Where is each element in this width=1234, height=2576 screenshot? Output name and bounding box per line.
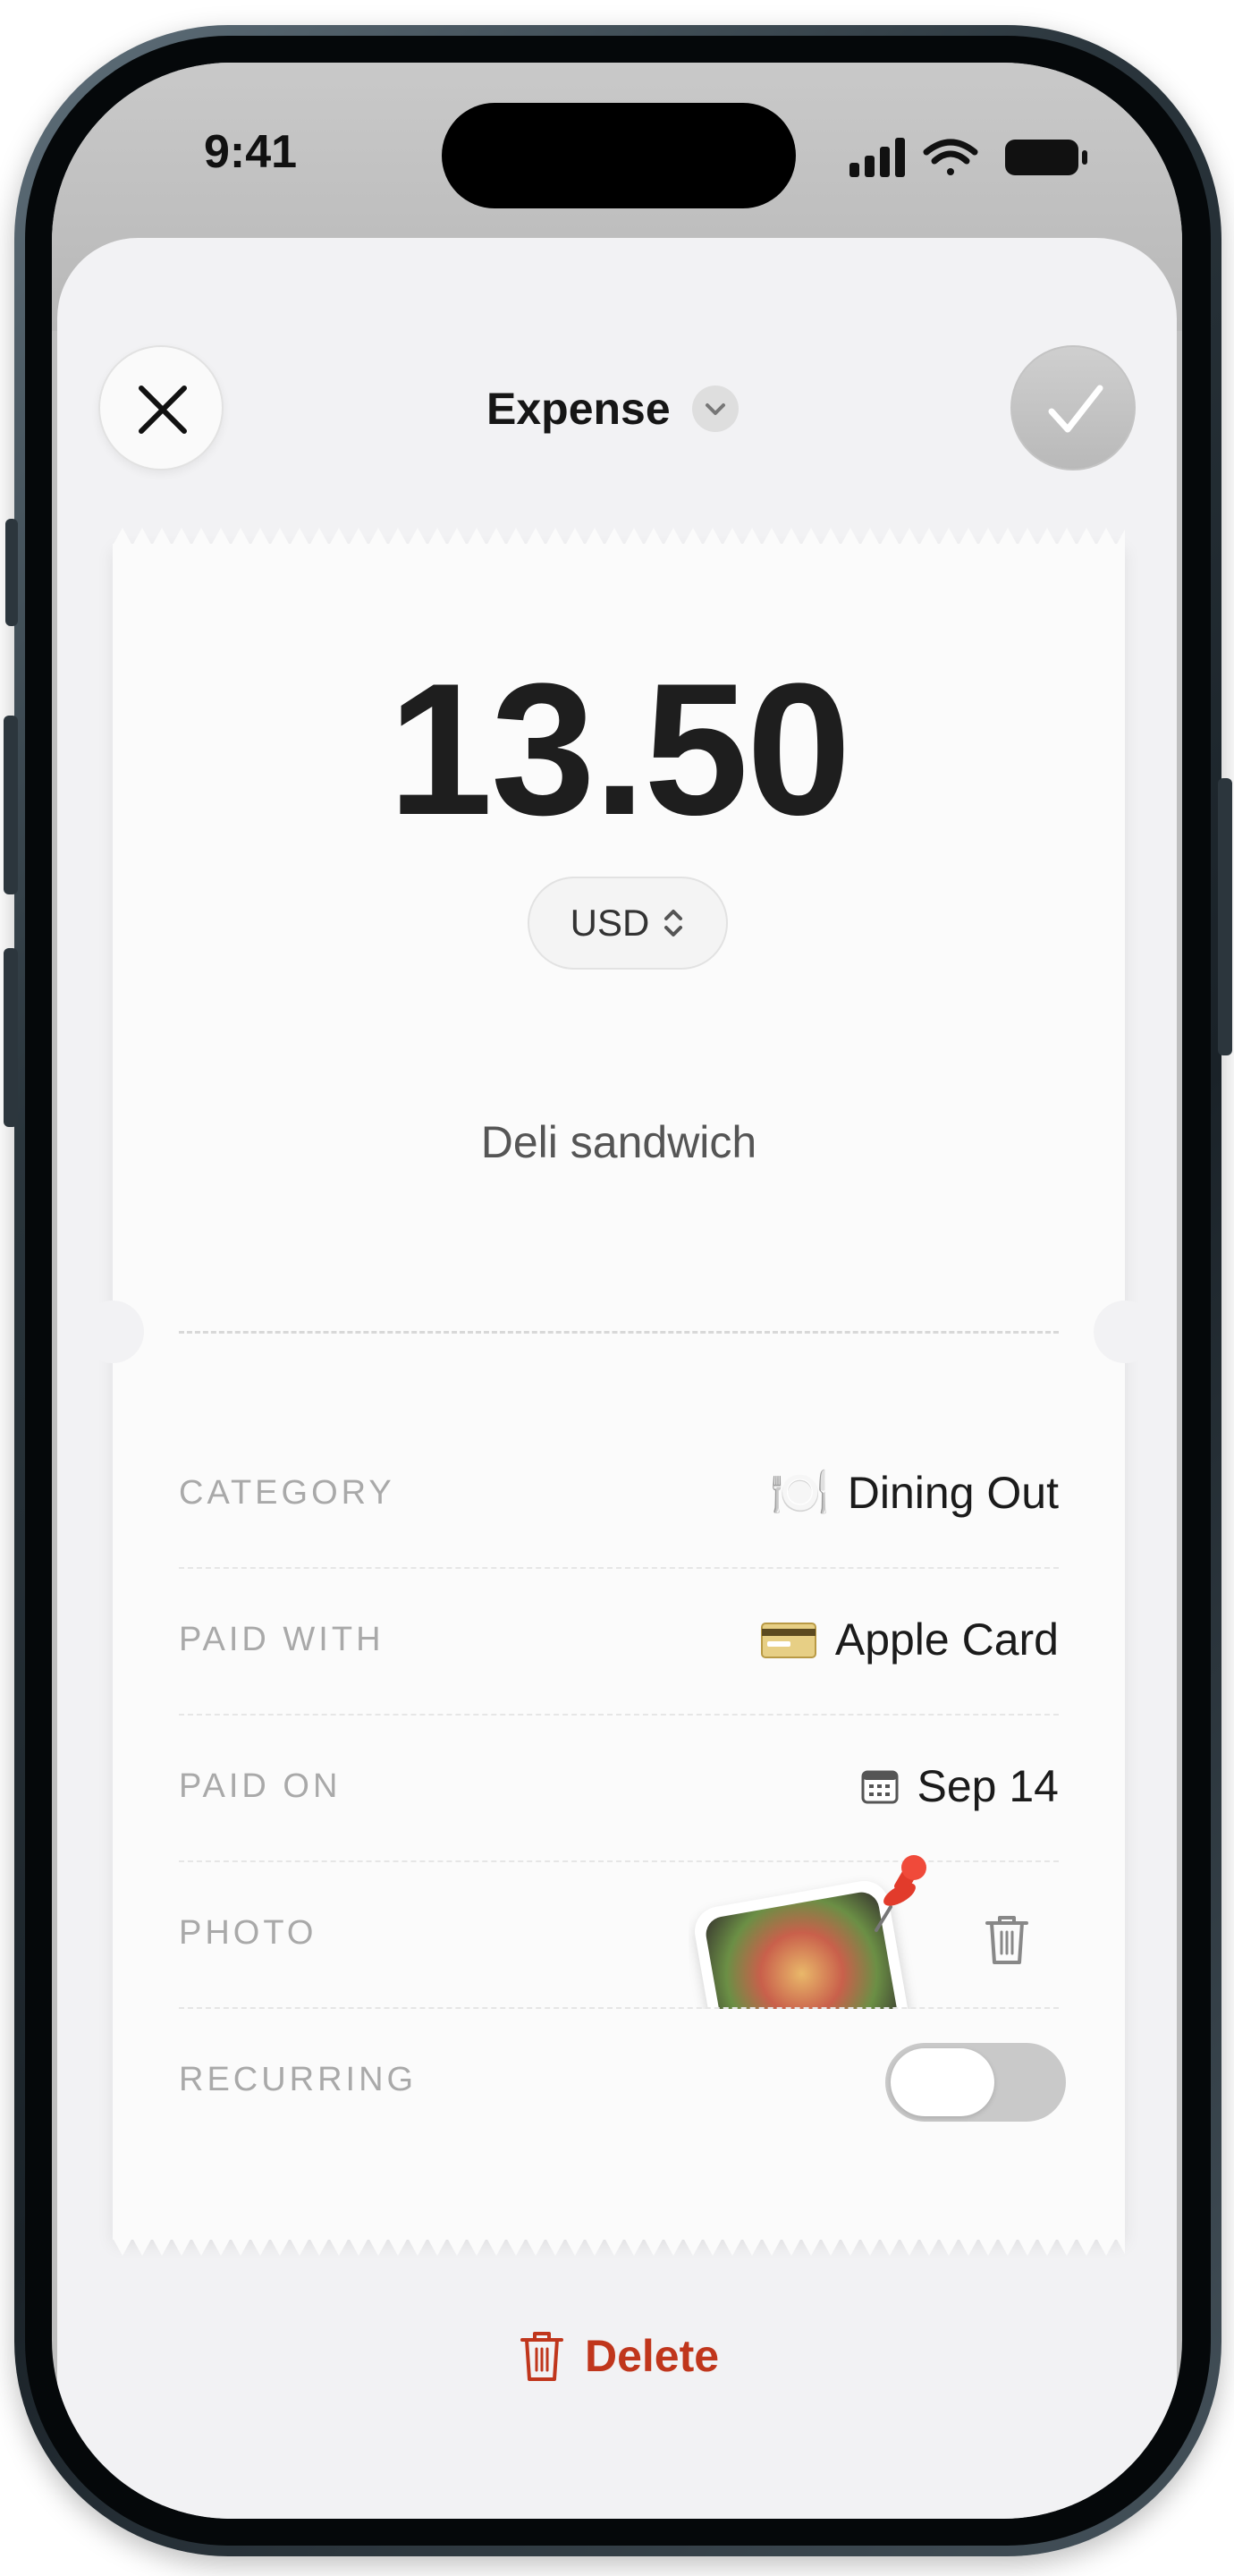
paid-with-value-group: Apple Card xyxy=(760,1608,1059,1671)
recurring-toggle[interactable] xyxy=(885,2043,1066,2122)
receipt-card: 13.50 USD Deli sandwich CATEGORY 🍽️ Dini… xyxy=(81,528,1156,2256)
wifi-icon xyxy=(923,139,978,175)
volume-down-button xyxy=(4,948,18,1127)
recurring-row: RECURRING xyxy=(179,2009,1066,2156)
expense-note[interactable]: Deli sandwich xyxy=(113,1116,1125,1168)
checkmark-icon xyxy=(1048,385,1103,433)
paid-with-row[interactable]: PAID WITH Apple Card xyxy=(179,1569,1059,1716)
action-button xyxy=(5,519,18,626)
device-mockup: 9:41 Expense 13.50 USD Deli sandwich CAT… xyxy=(0,0,1234,2576)
chevron-down-icon xyxy=(691,386,739,432)
paid-on-row[interactable]: PAID ON Sep 14 xyxy=(179,1716,1059,1862)
sheet-title: Expense xyxy=(486,384,671,434)
category-value-group: 🍽️ Dining Out xyxy=(770,1462,1059,1524)
paid-on-value: Sep 14 xyxy=(917,1761,1059,1811)
delete-label: Delete xyxy=(585,2331,720,2381)
category-row[interactable]: CATEGORY 🍽️ Dining Out xyxy=(179,1422,1059,1569)
cellular-signal-icon xyxy=(849,138,905,177)
paid-with-value: Apple Card xyxy=(834,1614,1059,1665)
photo-row: PHOTO xyxy=(179,1855,1059,2009)
amount-display[interactable]: 13.50 xyxy=(113,651,1125,848)
status-time: 9:41 xyxy=(204,126,298,178)
battery-icon xyxy=(1005,140,1087,175)
receipt-zigzag-bottom xyxy=(113,2238,1125,2256)
power-button xyxy=(1218,778,1232,1055)
calendar-icon xyxy=(861,1770,899,1804)
paid-on-label: PAID ON xyxy=(179,1767,342,1805)
perforation-divider xyxy=(179,1331,1059,1334)
receipt-zigzag-top xyxy=(113,528,1125,546)
paid-with-label: PAID WITH xyxy=(179,1621,385,1658)
currency-selector[interactable]: USD xyxy=(528,877,728,970)
photo-delete-icon[interactable] xyxy=(982,1912,1032,1966)
category-label: CATEGORY xyxy=(179,1474,395,1512)
expense-sheet: Expense 13.50 USD Deli sandwich CATEGORY… xyxy=(57,238,1177,2519)
fork-knife-plate-icon: 🍽️ xyxy=(769,1465,830,1520)
toggle-knob xyxy=(891,2048,994,2116)
screen: 9:41 Expense 13.50 USD Deli sandwich CAT… xyxy=(52,63,1182,2519)
currency-label: USD xyxy=(570,902,650,944)
photo-label: PHOTO xyxy=(179,1914,317,1952)
transaction-type-selector[interactable]: Expense xyxy=(486,377,739,440)
category-value: Dining Out xyxy=(847,1468,1059,1518)
close-button[interactable] xyxy=(98,345,224,470)
trash-icon xyxy=(520,2332,563,2381)
paid-on-value-group: Sep 14 xyxy=(860,1755,1059,1818)
recurring-label: RECURRING xyxy=(179,2061,418,2098)
delete-button[interactable]: Delete xyxy=(519,2320,719,2392)
credit-card-icon xyxy=(760,1623,816,1658)
volume-up-button xyxy=(4,716,18,894)
status-icons xyxy=(849,134,1093,179)
receipt-notch-right xyxy=(1094,1301,1156,1363)
pushpin-icon xyxy=(875,1855,926,1932)
chevron-up-down-icon xyxy=(664,910,683,936)
confirm-button[interactable] xyxy=(1010,345,1136,470)
dynamic-island xyxy=(442,103,796,208)
receipt-notch-left xyxy=(81,1301,144,1363)
close-icon xyxy=(139,386,187,434)
